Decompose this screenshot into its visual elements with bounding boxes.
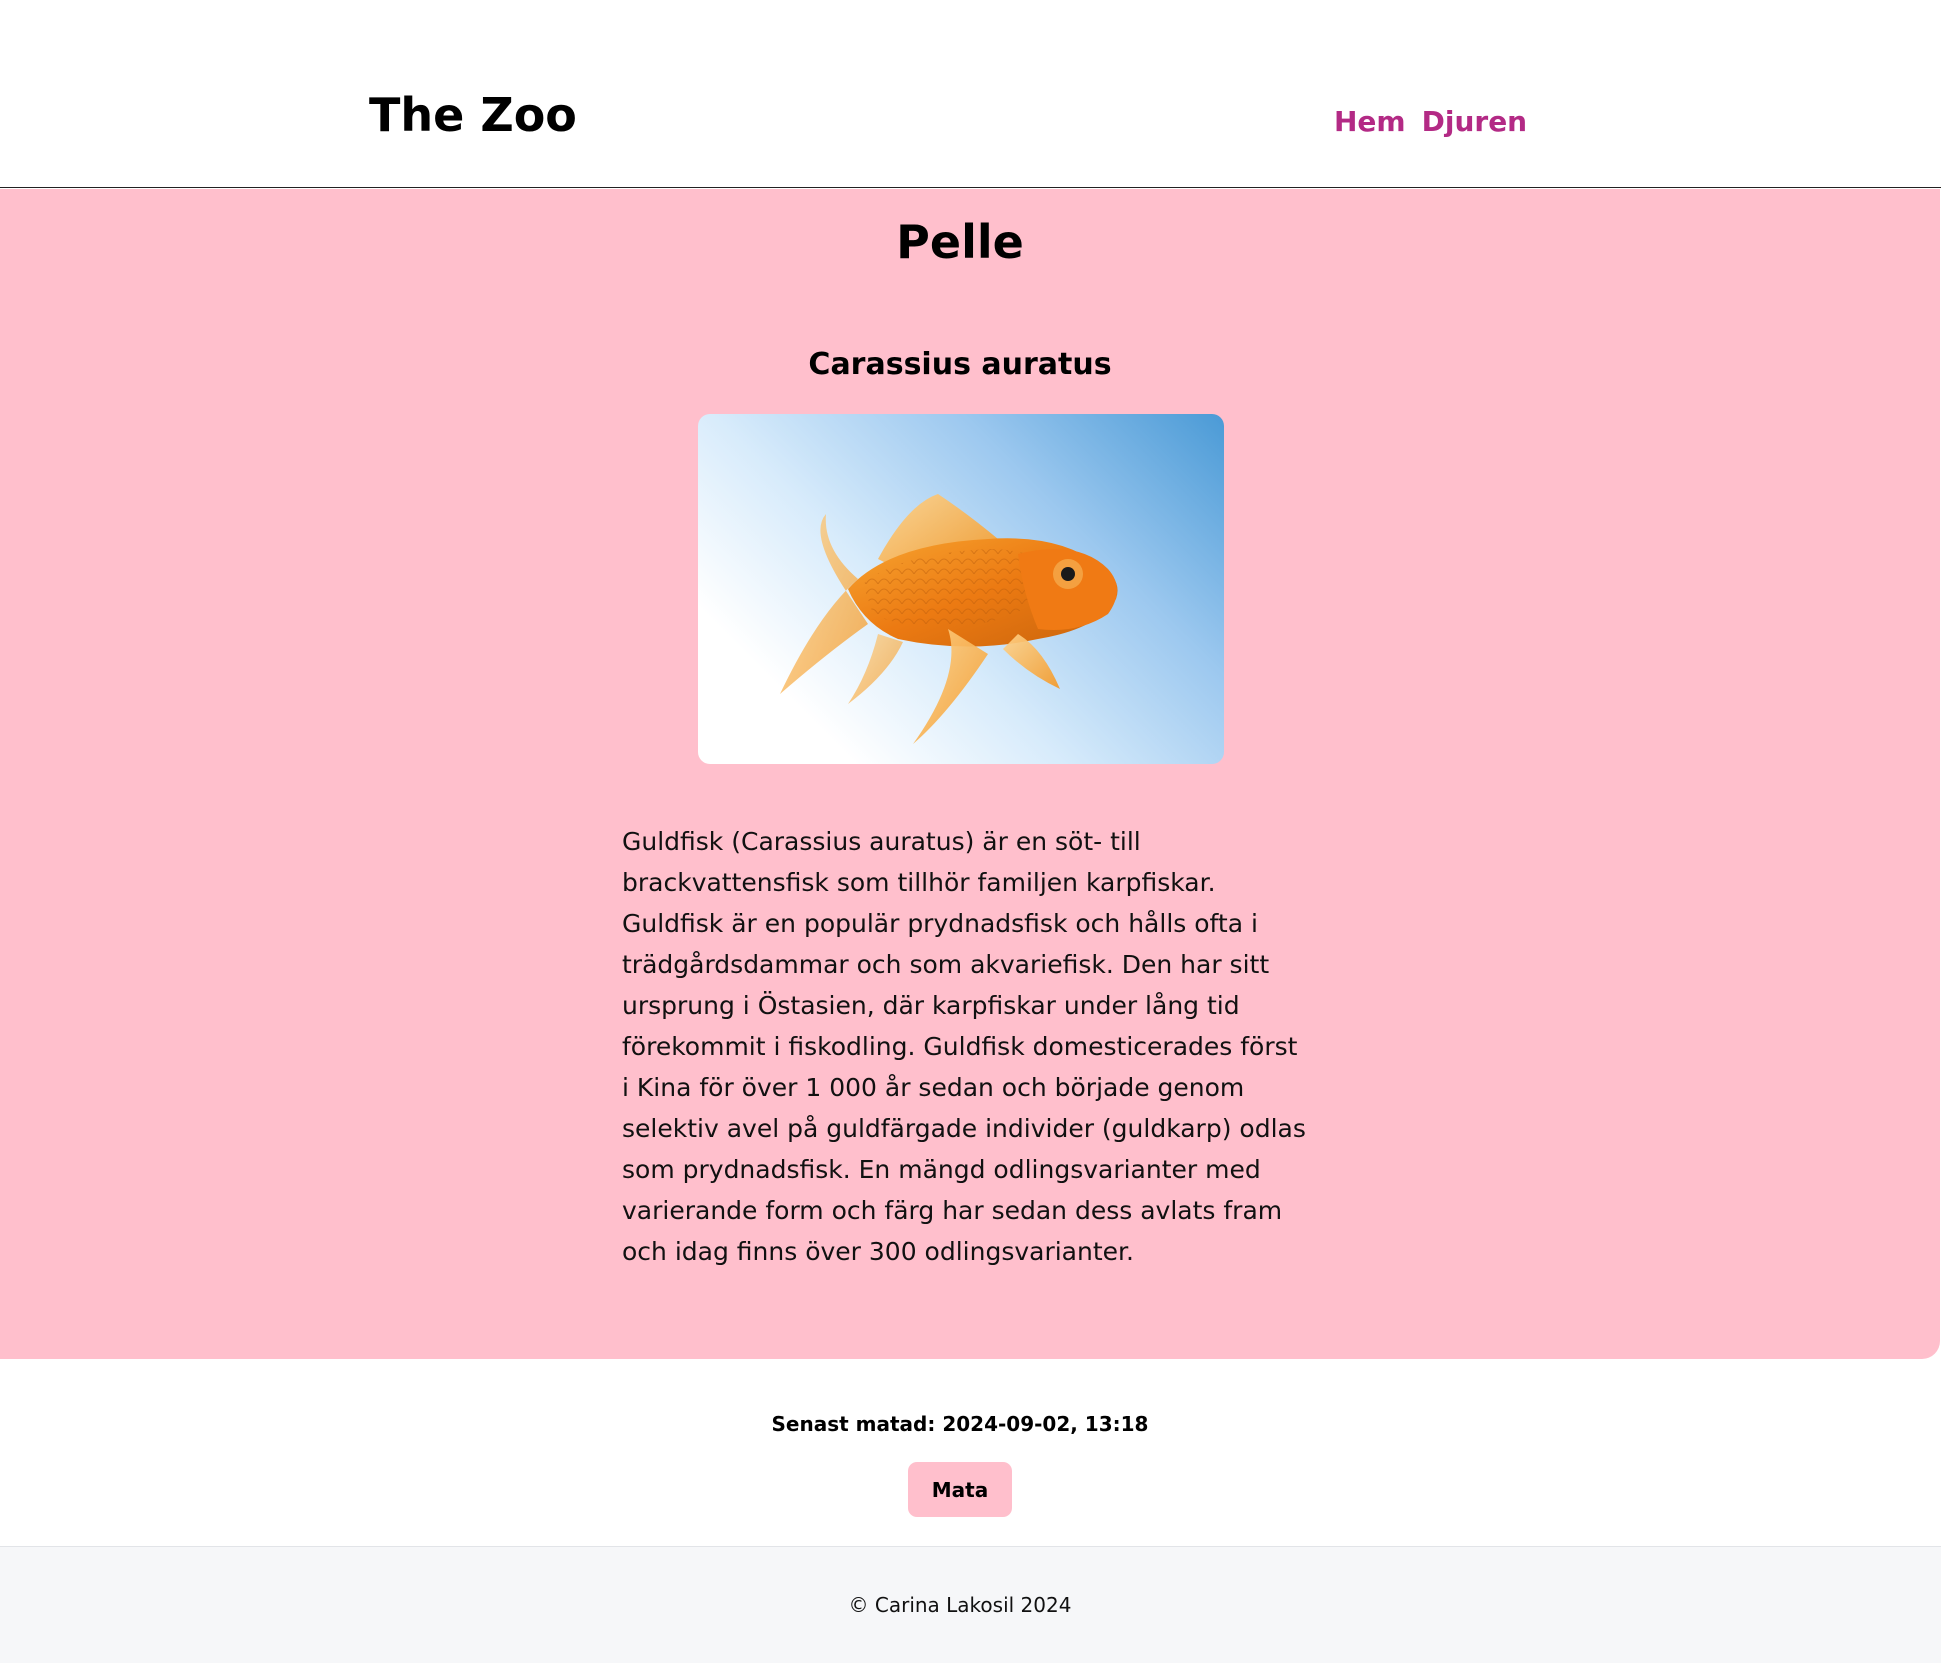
animal-latin-name: Carassius auratus [808,347,1112,382]
site-footer: © Carina Lakosil 2024 [0,1546,1941,1663]
animal-detail: Pelle Carassius auratus Guldfisk (Carass… [0,189,1940,1359]
animal-image [698,414,1224,764]
goldfish-image [780,494,1118,744]
nav-link-djuren[interactable]: Djuren [1422,108,1528,136]
feed-button[interactable]: Mata [908,1462,1012,1517]
main-nav: Hem Djuren [1334,108,1527,136]
animal-name: Pelle [896,215,1024,269]
site-brand[interactable]: The Zoo [369,92,577,138]
last-fed-text: Senast matad: 2024-09-02, 13:18 [771,1412,1149,1436]
nav-link-hem[interactable]: Hem [1334,108,1406,136]
site-header: The Zoo Hem Djuren [0,0,1941,188]
footer-copyright: © Carina Lakosil 2024 [848,1593,1072,1617]
animal-description: Guldfisk (Carassius auratus) är en söt- … [622,827,1306,1266]
